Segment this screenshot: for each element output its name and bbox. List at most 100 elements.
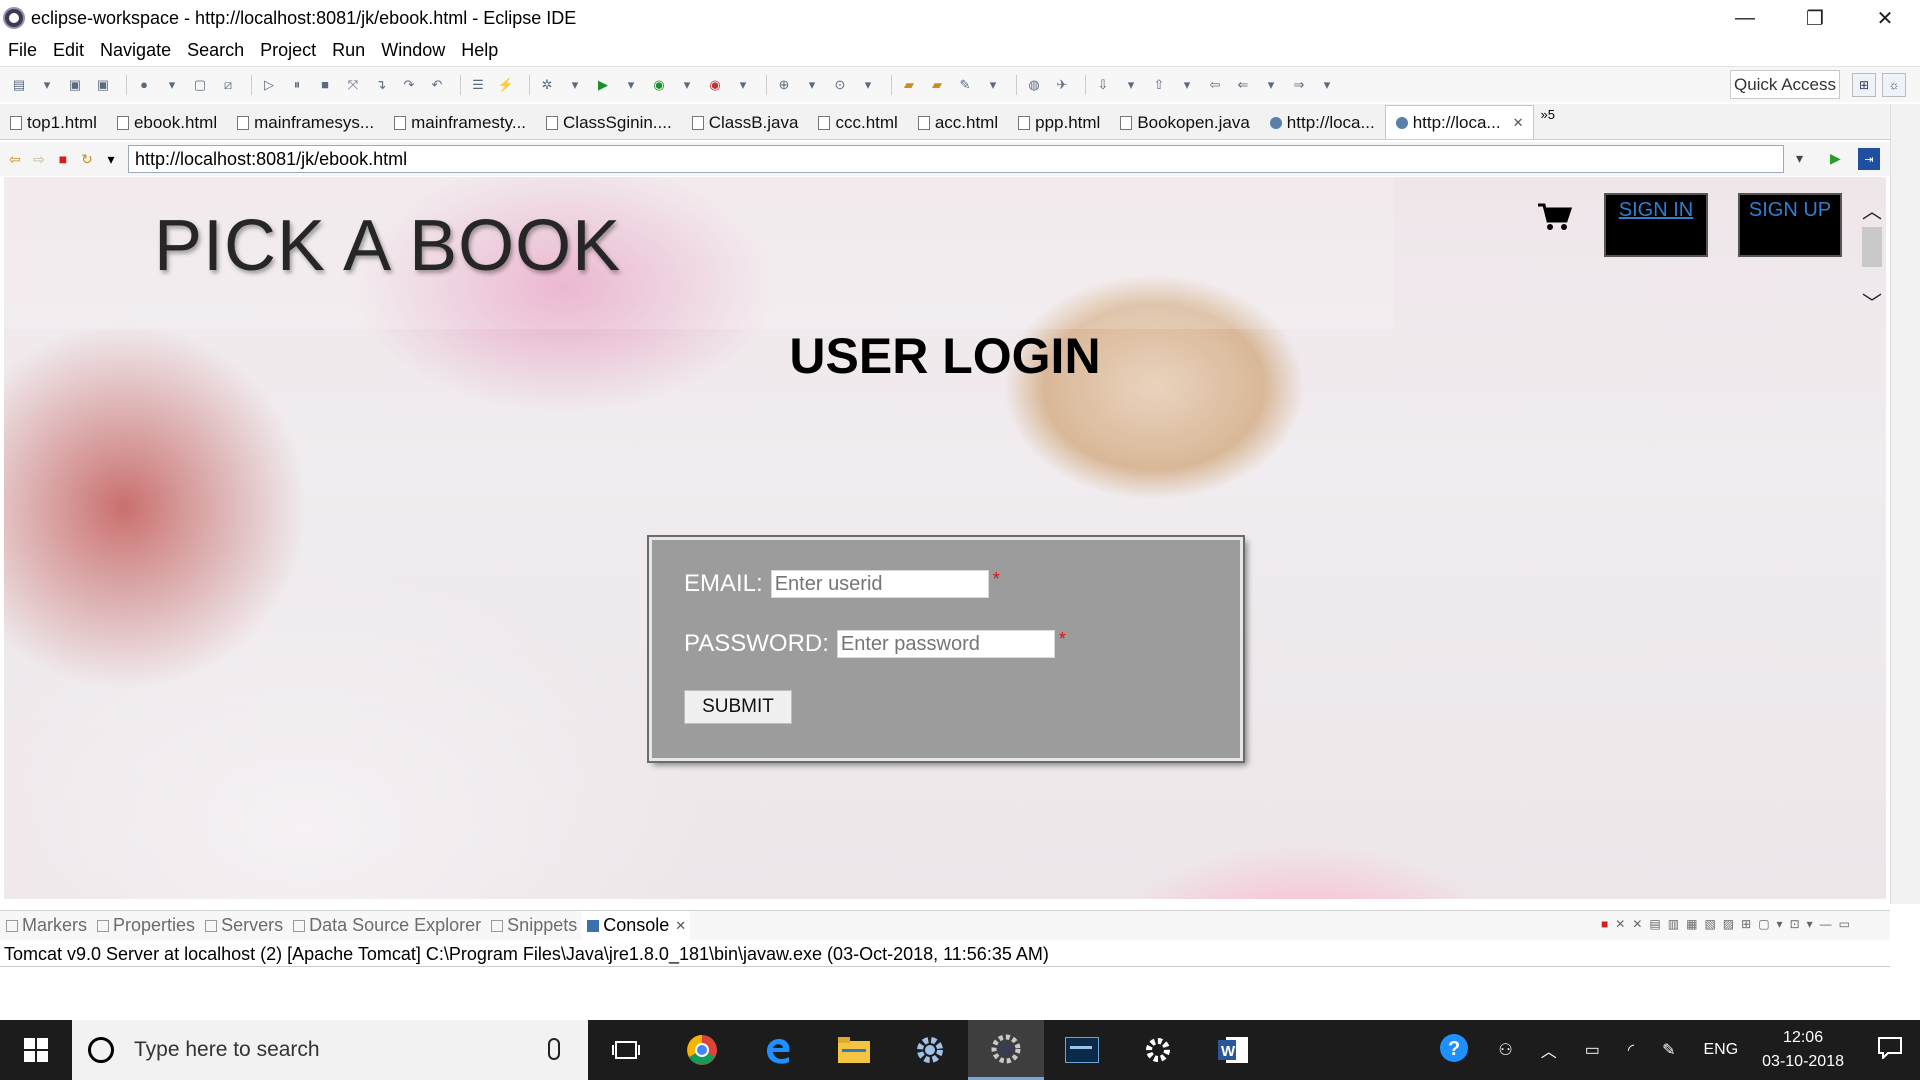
pin-icon[interactable]: ✈	[1051, 76, 1073, 94]
battery-icon[interactable]: ▭	[1585, 1040, 1600, 1060]
clock[interactable]: 12:06 03-10-2018	[1762, 1026, 1844, 1074]
step-over-icon[interactable]: ↷	[398, 76, 420, 94]
dropdown-arrow-icon[interactable]: ▾	[801, 76, 823, 94]
sign-in-button[interactable]: SIGN IN	[1604, 193, 1708, 257]
file-explorer-icon[interactable]	[816, 1020, 892, 1080]
stop-icon[interactable]: ■	[54, 150, 72, 168]
language-indicator[interactable]: ENG	[1703, 1041, 1738, 1059]
chrome-icon[interactable]	[664, 1020, 740, 1080]
show-hidden-icons-icon[interactable]: ︿	[1541, 1038, 1557, 1062]
dropdown-arrow-icon[interactable]: ▾	[857, 76, 879, 94]
email-field[interactable]	[770, 570, 989, 598]
dropdown-arrow-icon[interactable]: ▾	[1777, 917, 1783, 931]
mysql-icon[interactable]	[1044, 1020, 1120, 1080]
notifications-icon[interactable]	[1878, 1036, 1902, 1064]
debug-icon[interactable]: ●	[133, 76, 155, 94]
dropdown-arrow-icon[interactable]: ▾	[732, 76, 754, 94]
skip-breakpoints-icon[interactable]: ⧄	[217, 76, 239, 94]
terminate-icon[interactable]: ■	[314, 76, 336, 94]
display-console-icon[interactable]: ▢	[1758, 917, 1769, 931]
run-icon[interactable]: ▶	[592, 76, 614, 94]
use-step-filters-icon[interactable]: ☰	[467, 76, 489, 94]
microphone-icon[interactable]	[548, 1038, 560, 1060]
editor-tab-active[interactable]: http://loca... ✕	[1384, 105, 1535, 139]
editor-tab[interactable]: acc.html	[908, 107, 1008, 139]
menu-search[interactable]: Search	[179, 40, 252, 61]
task-view-icon[interactable]	[588, 1020, 664, 1080]
remove-launch-icon[interactable]: ✕	[1615, 917, 1625, 931]
dropdown-arrow-icon[interactable]: ▾	[1120, 76, 1142, 94]
word-wrap-icon[interactable]: ▦	[1686, 917, 1697, 931]
editor-tab[interactable]: ccc.html	[808, 107, 907, 139]
dropdown-arrow-icon[interactable]: ▾	[161, 76, 183, 94]
editor-tab[interactable]: ppp.html	[1008, 107, 1110, 139]
dropdown-arrow-icon[interactable]: ▾	[36, 76, 58, 94]
wifi-icon[interactable]: ◜	[1628, 1040, 1634, 1060]
editor-tab[interactable]: top1.html	[0, 107, 107, 139]
tab-servers[interactable]: Servers	[199, 915, 287, 936]
editor-tab[interactable]: ebook.html	[107, 107, 227, 139]
url-input[interactable]	[128, 145, 1784, 173]
terminate-icon[interactable]: ■	[1601, 917, 1608, 931]
scroll-up-icon[interactable]: ︿	[1862, 195, 1882, 224]
word-icon[interactable]: W	[1196, 1020, 1272, 1080]
open-web-browser-icon[interactable]: ◍	[1023, 76, 1045, 94]
console-output[interactable]	[0, 966, 1890, 1018]
people-icon[interactable]: ⚇	[1498, 1040, 1512, 1060]
taskbar-search-box[interactable]: Type here to search	[72, 1020, 588, 1080]
settings-icon[interactable]	[1120, 1020, 1196, 1080]
step-return-icon[interactable]: ↶	[426, 76, 448, 94]
back-icon[interactable]: ⇐	[1232, 76, 1254, 94]
menu-navigate[interactable]: Navigate	[92, 40, 179, 61]
forward-icon[interactable]: ⇒	[1288, 76, 1310, 94]
suspend-icon[interactable]: ⏸	[286, 76, 308, 94]
pin-console-icon[interactable]: ⊞	[1741, 917, 1751, 931]
cart-icon[interactable]	[1536, 201, 1574, 233]
menu-project[interactable]: Project	[252, 40, 324, 61]
search-icon[interactable]: ✎	[954, 76, 976, 94]
dropdown-arrow-icon[interactable]: ▾	[564, 76, 586, 94]
dropdown-arrow-icon[interactable]: ▾	[982, 76, 1004, 94]
new-file-icon[interactable]: ▤	[8, 76, 30, 94]
editor-tab[interactable]: mainframesty...	[384, 107, 536, 139]
quick-access-field[interactable]: Quick Access	[1730, 70, 1840, 99]
menu-window[interactable]: Window	[373, 40, 453, 61]
sign-up-button[interactable]: SIGN UP	[1738, 193, 1842, 257]
tab-markers[interactable]: Markers	[0, 915, 91, 936]
submit-button[interactable]: SUBMIT	[684, 690, 792, 724]
open-type-icon[interactable]: ▰	[898, 76, 920, 94]
toggle-debug-icon[interactable]: ⚡	[495, 76, 517, 94]
maximize-view-icon[interactable]: ▭	[1839, 917, 1850, 931]
save-all-icon[interactable]: ▣	[92, 76, 114, 94]
url-dropdown-icon[interactable]: ▾	[1796, 150, 1803, 167]
go-icon[interactable]: ▶	[1830, 150, 1841, 167]
java-ee-perspective-icon[interactable]: ☼	[1882, 73, 1906, 97]
back-arrow-icon[interactable]: ⇦	[6, 150, 24, 168]
site-brand[interactable]: PICK A BOOK	[154, 205, 621, 287]
step-into-icon[interactable]: ↴	[370, 76, 392, 94]
save-icon[interactable]: ▣	[64, 76, 86, 94]
scroll-lock-icon[interactable]: ▥	[1668, 917, 1679, 931]
clear-console-icon[interactable]: ▤	[1649, 917, 1660, 931]
dropdown-arrow-icon[interactable]: ▾	[1176, 76, 1198, 94]
history-dropdown-icon[interactable]: ▾	[102, 150, 120, 168]
dropdown-arrow-icon[interactable]: ▾	[1807, 917, 1813, 931]
last-edit-icon[interactable]: ⇦	[1204, 76, 1226, 94]
refresh-icon[interactable]: ↻	[78, 150, 96, 168]
tab-console[interactable]: Console ✕	[581, 910, 691, 941]
pen-icon[interactable]: ✎	[1662, 1040, 1675, 1060]
minimize-button[interactable]: —	[1710, 0, 1780, 36]
editor-tab[interactable]: ClassB.java	[682, 107, 809, 139]
scroll-down-icon[interactable]: ﹀	[1862, 287, 1882, 316]
menu-edit[interactable]: Edit	[45, 40, 92, 61]
menu-help[interactable]: Help	[453, 40, 506, 61]
show-on-output-icon[interactable]: ▧	[1704, 917, 1715, 931]
tab-data-source-explorer[interactable]: Data Source Explorer	[287, 915, 485, 936]
external-browser-icon[interactable]: ⇥	[1858, 148, 1880, 170]
help-icon[interactable]: ?	[1438, 1032, 1470, 1069]
editor-tab[interactable]: Bookopen.java	[1110, 107, 1259, 139]
tab-overflow-indicator[interactable]: »5	[1540, 107, 1554, 139]
editor-tab[interactable]: http://loca...	[1260, 107, 1385, 139]
show-on-error-icon[interactable]: ▨	[1723, 917, 1734, 931]
editor-tab[interactable]: ClassSginin....	[536, 107, 682, 139]
